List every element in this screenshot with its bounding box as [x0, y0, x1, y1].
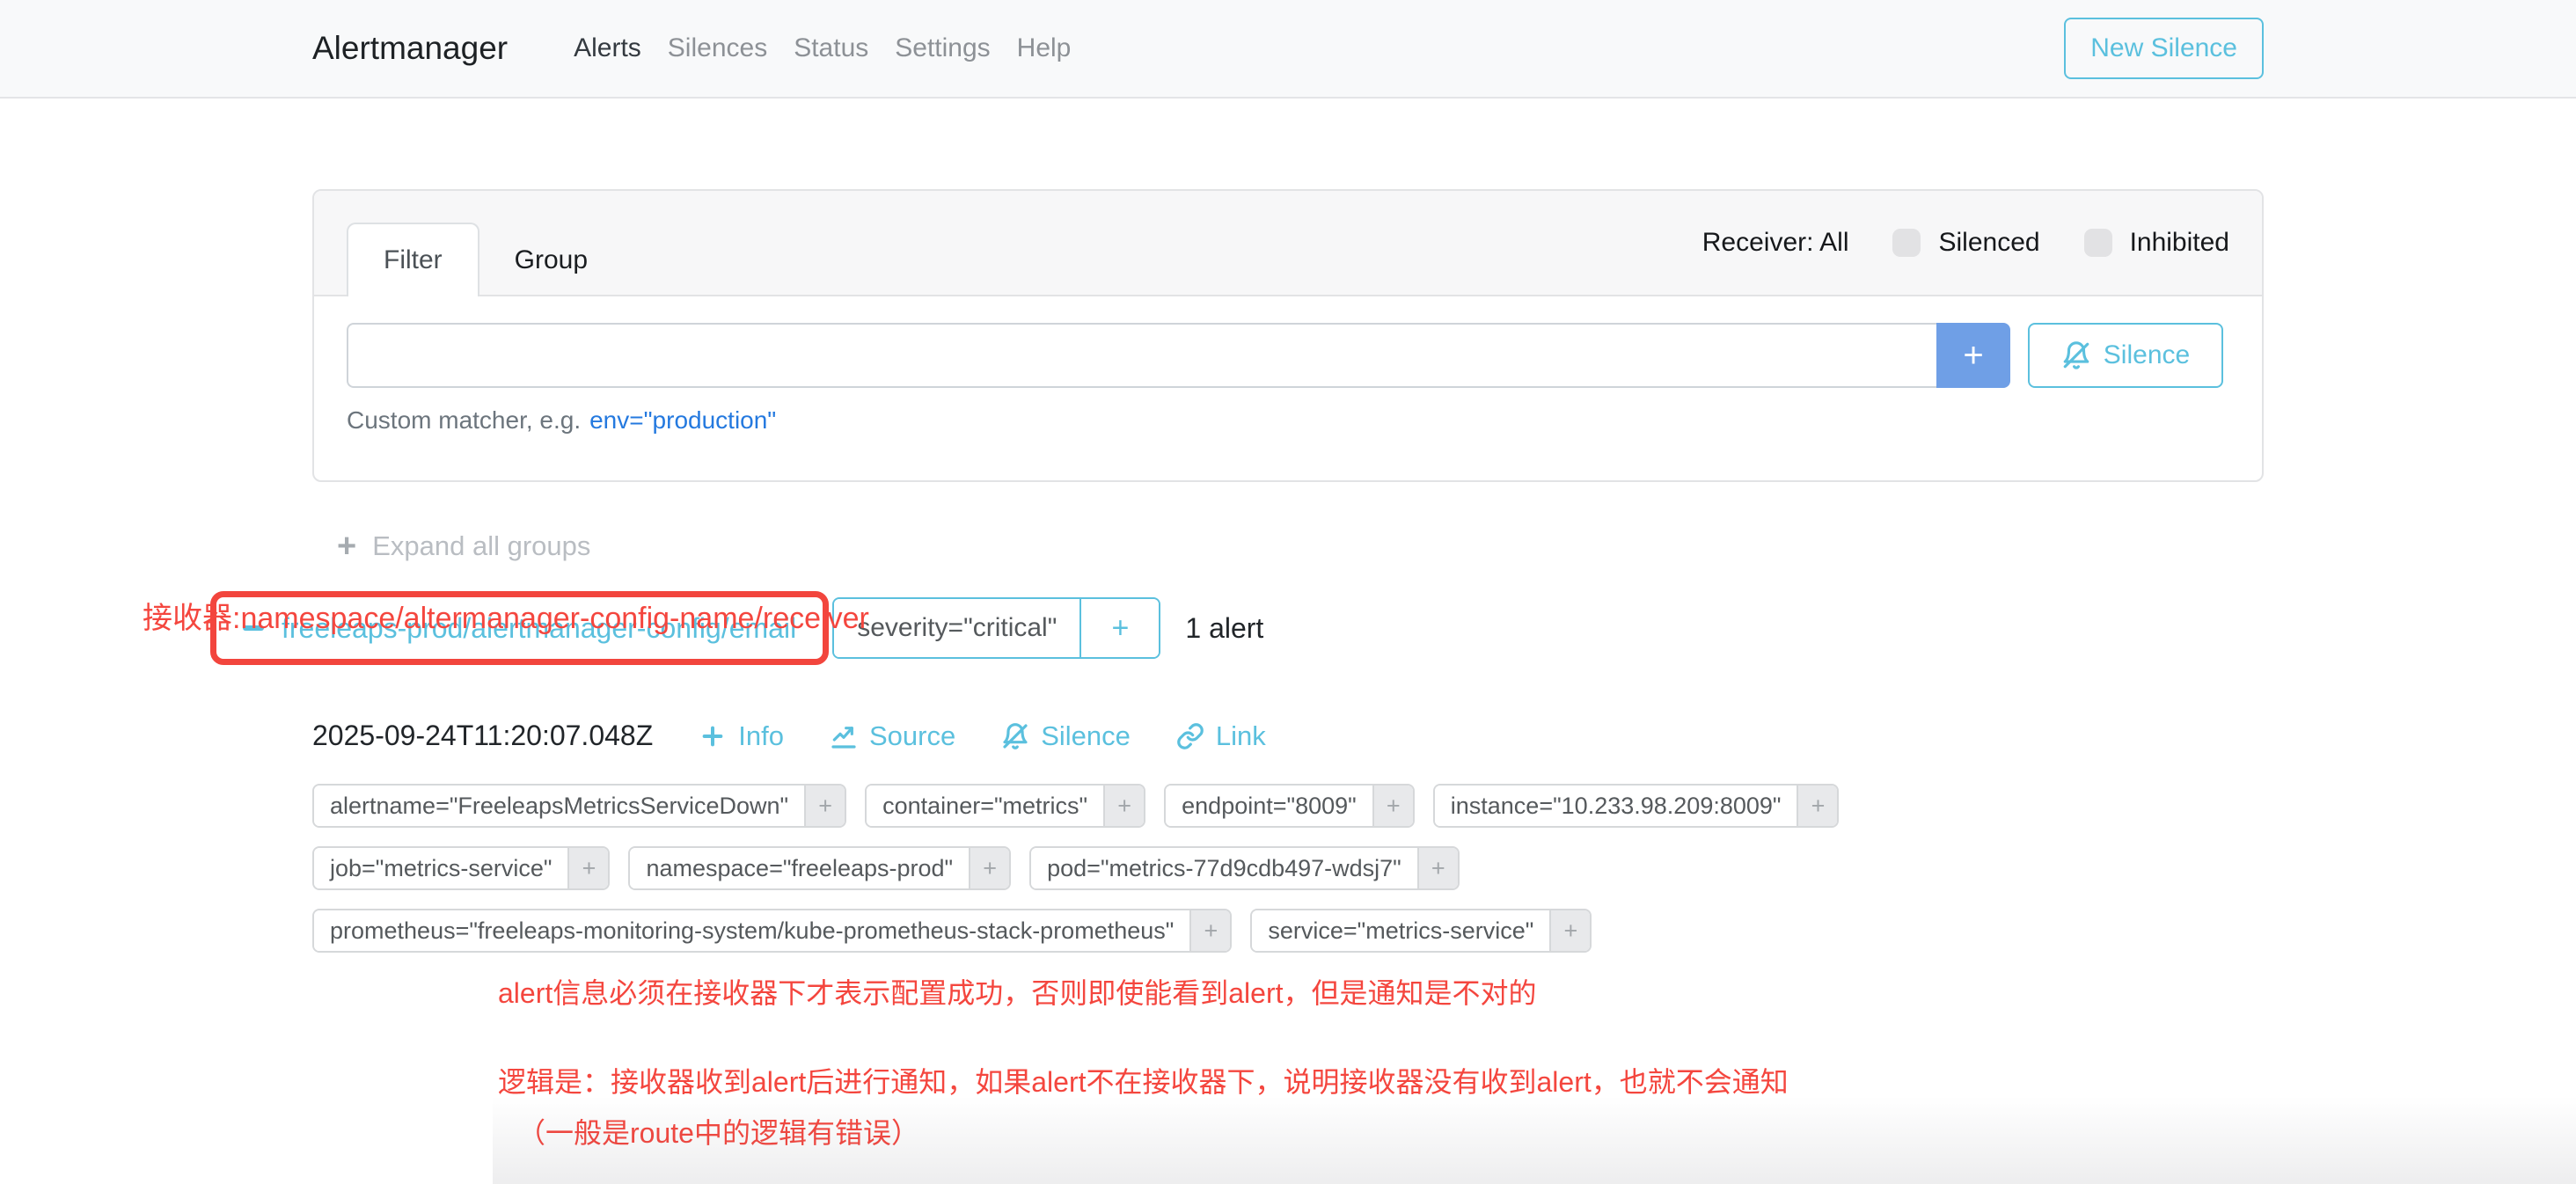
new-silence-button[interactable]: New Silence	[2064, 18, 2264, 79]
add-group-filter-button[interactable]: +	[1081, 599, 1159, 657]
nav-item-settings[interactable]: Settings	[882, 33, 1003, 63]
alert-label-tag: instance="10.233.98.209:8009" +	[1433, 784, 1840, 828]
alert-label-tag: job="metrics-service" +	[312, 846, 610, 890]
action-link[interactable]: Link	[1176, 720, 1266, 752]
alert-labels: alertname="FreeleapsMetricsServiceDown" …	[312, 784, 2264, 953]
add-label-filter-button[interactable]: +	[804, 786, 845, 826]
add-label-filter-button[interactable]: +	[1797, 786, 1837, 826]
label-alertname[interactable]: alertname="FreeleapsMetricsServiceDown"	[314, 786, 804, 826]
nav-item-silences[interactable]: Silences	[655, 33, 780, 63]
chart-icon	[830, 722, 858, 750]
bell-slash-icon	[2061, 340, 2091, 370]
alert-label-tag: alertname="FreeleapsMetricsServiceDown" …	[312, 784, 846, 828]
label-namespace[interactable]: namespace="freeleaps-prod"	[630, 848, 969, 888]
add-label-filter-button[interactable]: +	[969, 848, 1009, 888]
silence-filter-button[interactable]: Silence	[2028, 323, 2223, 388]
label-container[interactable]: container="metrics"	[867, 786, 1103, 826]
expand-all-groups[interactable]: + Expand all groups	[312, 530, 2264, 563]
inhibited-checkbox[interactable]	[2084, 229, 2112, 257]
filter-panel-body: + Silence Custom matcher, e.g. env="produ…	[314, 296, 2262, 480]
annotation-receiver-note: 接收器:namespace/altermanager-config-name/r…	[143, 594, 869, 637]
label-endpoint[interactable]: endpoint="8009"	[1166, 786, 1372, 826]
main-nav: Alerts Silences Status Settings Help	[560, 33, 1084, 63]
silenced-label: Silenced	[1938, 228, 2039, 258]
silenced-toggle[interactable]: Silenced	[1892, 228, 2039, 258]
alert-label-tag: service="metrics-service" +	[1250, 909, 1592, 953]
top-navbar: Alertmanager Alerts Silences Status Sett…	[0, 0, 2576, 99]
silenced-checkbox[interactable]	[1892, 229, 1921, 257]
alert-count: 1 alert	[1185, 612, 1263, 645]
custom-matcher-hint: Custom matcher, e.g. env="production"	[347, 406, 2229, 435]
action-link-label: Link	[1216, 720, 1266, 752]
alert-label-tag: prometheus="freeleaps-monitoring-system/…	[312, 909, 1232, 953]
add-label-filter-button[interactable]: +	[1549, 910, 1590, 951]
label-instance[interactable]: instance="10.233.98.209:8009"	[1435, 786, 1797, 826]
hint-text: Custom matcher, e.g.	[347, 406, 581, 434]
tab-group[interactable]: Group	[479, 224, 623, 296]
add-label-filter-button[interactable]: +	[567, 848, 608, 888]
filter-panel: Filter Group Receiver: All Silenced Inhi…	[312, 189, 2264, 482]
action-source-label: Source	[869, 720, 955, 752]
action-info-label: Info	[738, 720, 784, 752]
alert-label-tag: endpoint="8009" +	[1164, 784, 1415, 828]
severity-matcher-button[interactable]: severity="critical"	[834, 599, 1081, 657]
alert-label-tag: namespace="freeleaps-prod" +	[628, 846, 1011, 890]
group-matcher: severity="critical" +	[832, 597, 1160, 659]
annotation-note2: 逻辑是：接收器收到alert后进行通知，如果alert不在接收器下，说明接收器没…	[498, 1060, 2264, 1100]
annotation-note3: （一般是route中的逻辑有错误）	[517, 1111, 2264, 1151]
expand-all-label: Expand all groups	[372, 530, 590, 562]
action-info[interactable]: Info	[699, 720, 784, 752]
link-icon	[1176, 722, 1204, 750]
matcher-input[interactable]	[347, 323, 1936, 388]
action-silence-label: Silence	[1041, 720, 1131, 752]
label-job[interactable]: job="metrics-service"	[314, 848, 567, 888]
receiver-filter-label[interactable]: Receiver: All	[1702, 228, 1849, 258]
nav-item-status[interactable]: Status	[780, 33, 882, 63]
action-silence[interactable]: Silence	[1001, 720, 1131, 752]
plus-icon: +	[337, 530, 356, 563]
action-source[interactable]: Source	[830, 720, 955, 752]
tab-filter[interactable]: Filter	[347, 223, 479, 296]
bell-slash-icon	[1001, 722, 1029, 750]
add-label-filter-button[interactable]: +	[1103, 786, 1144, 826]
filter-panel-header: Filter Group Receiver: All Silenced Inhi…	[314, 191, 2262, 296]
inhibited-label: Inhibited	[2130, 228, 2229, 258]
plus-icon	[699, 722, 727, 750]
label-prometheus[interactable]: prometheus="freeleaps-monitoring-system/…	[314, 910, 1189, 951]
alert-groups: + Expand all groups 接收器:namespace/alterm…	[312, 530, 2264, 1151]
annotation-note1: alert信息必须在接收器下才表示配置成功，否则即使能看到alert，但是通知是…	[498, 971, 2264, 1012]
label-service[interactable]: service="metrics-service"	[1252, 910, 1549, 951]
label-pod[interactable]: pod="metrics-77d9cdb497-wdsj7"	[1031, 848, 1417, 888]
alert-label-tag: pod="metrics-77d9cdb497-wdsj7" +	[1029, 846, 1460, 890]
matcher-example-link[interactable]: env="production"	[589, 406, 776, 434]
alert-timestamp: 2025-09-24T11:20:07.048Z	[312, 720, 653, 752]
add-label-filter-button[interactable]: +	[1372, 786, 1413, 826]
add-label-filter-button[interactable]: +	[1417, 848, 1458, 888]
inhibited-toggle[interactable]: Inhibited	[2084, 228, 2229, 258]
navbar-brand[interactable]: Alertmanager	[312, 30, 508, 67]
alert-meta-row: 2025-09-24T11:20:07.048Z Info Source Sil…	[312, 720, 2264, 752]
add-label-filter-button[interactable]: +	[1189, 910, 1230, 951]
alert-label-tag: container="metrics" +	[865, 784, 1145, 828]
silence-filter-label: Silence	[2104, 340, 2190, 370]
add-matcher-button[interactable]: +	[1936, 323, 2010, 388]
nav-item-alerts[interactable]: Alerts	[560, 33, 655, 63]
nav-item-help[interactable]: Help	[1004, 33, 1085, 63]
